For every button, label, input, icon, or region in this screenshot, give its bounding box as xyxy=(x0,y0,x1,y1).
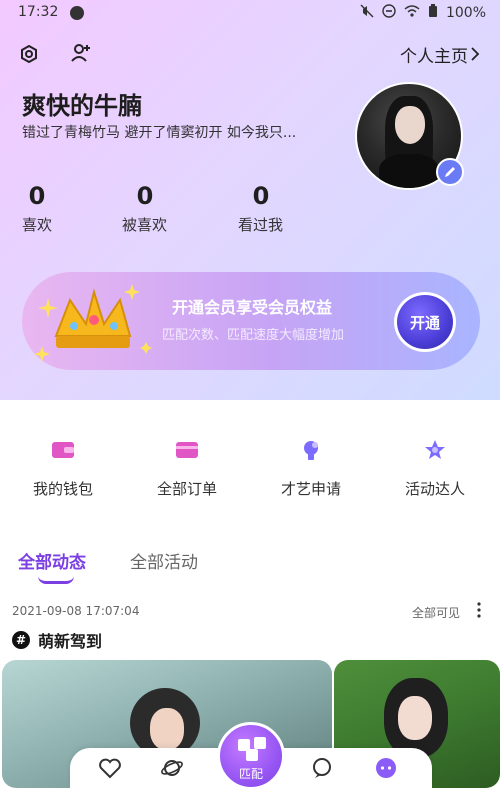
top-toolbar: 个人主页 xyxy=(0,40,500,70)
hashtag-icon: # xyxy=(12,631,30,649)
add-friend-icon[interactable] xyxy=(70,42,92,64)
quick-action-talent[interactable]: 才艺申请 xyxy=(256,436,366,499)
stat-likes-label: 喜欢 xyxy=(22,216,53,234)
quick-action-wallet[interactable]: 我的钱包 xyxy=(8,436,118,499)
app-indicator-icon xyxy=(70,6,84,20)
quick-action-orders-label: 全部订单 xyxy=(156,480,217,498)
stat-likes[interactable]: 0 喜欢 xyxy=(22,182,52,235)
star-icon xyxy=(421,436,449,464)
avatar-face xyxy=(395,106,425,144)
vip-title: 开通会员享受会员权益 xyxy=(172,298,333,317)
profile-page: 17:32 100% 个人主页 爽快的牛腩 错过了青梅竹马 避开了情窦初开 如今… xyxy=(0,0,500,788)
battery-level: 100% xyxy=(445,5,486,21)
battery-icon xyxy=(428,4,438,22)
stat-liked-by-label: 被喜欢 xyxy=(122,216,168,234)
wifi-icon xyxy=(404,4,420,22)
heart-icon[interactable] xyxy=(98,756,122,780)
quick-action-activity[interactable]: 活动达人 xyxy=(380,436,490,499)
post-visibility[interactable]: 全部可见 xyxy=(412,604,460,621)
post-date: 2021-09-08 17:07:04 xyxy=(12,604,140,618)
orders-icon xyxy=(173,436,201,464)
stat-liked-by[interactable]: 0 被喜欢 xyxy=(122,182,168,235)
post-image-2-face xyxy=(398,696,432,740)
match-button[interactable]: 匹配 xyxy=(217,722,285,788)
tab-all-activities[interactable]: 全部活动 xyxy=(130,548,198,573)
mute-icon xyxy=(360,4,374,22)
quick-action-orders[interactable]: 全部订单 xyxy=(132,436,242,499)
stat-liked-by-value: 0 xyxy=(136,182,154,210)
tab-all-posts[interactable]: 全部动态 xyxy=(18,548,86,573)
status-icons: 100% xyxy=(360,4,486,22)
open-vip-button[interactable]: 开通 xyxy=(394,292,456,352)
talent-icon xyxy=(297,436,325,464)
chevron-right-icon xyxy=(470,46,480,61)
content-tabs: 全部动态 全部活动 xyxy=(0,546,500,586)
stat-viewed-me-label: 看过我 xyxy=(238,216,284,234)
crown-icon xyxy=(34,280,152,364)
settings-hexagon-icon[interactable] xyxy=(20,44,38,64)
active-tab-indicator xyxy=(38,576,74,584)
quick-action-wallet-label: 我的钱包 xyxy=(32,480,93,498)
status-time: 17:32 xyxy=(18,4,59,20)
stat-viewed-me-value: 0 xyxy=(252,182,270,210)
more-options-icon[interactable] xyxy=(476,602,482,618)
stat-likes-value: 0 xyxy=(28,182,46,210)
post-topic-label: 萌新驾到 xyxy=(38,632,103,651)
user-bio[interactable]: 错过了青梅竹马 避开了情窦初开 如今我只... xyxy=(22,122,342,142)
post-topic[interactable]: # 萌新驾到 xyxy=(12,628,102,652)
personal-homepage-link[interactable]: 个人主页 xyxy=(400,42,468,67)
pencil-icon xyxy=(445,167,455,177)
edit-avatar-button[interactable] xyxy=(436,158,464,186)
chat-icon[interactable] xyxy=(310,756,334,780)
vip-banner[interactable]: 开通会员享受会员权益 匹配次数、匹配速度大幅度增加 开通 xyxy=(22,272,480,370)
avatar-body xyxy=(379,154,439,188)
user-name: 爽快的牛腩 xyxy=(22,92,142,120)
match-label: 匹配 xyxy=(238,767,263,781)
planet-icon[interactable] xyxy=(160,756,184,780)
status-bar: 17:32 100% xyxy=(0,0,500,26)
post-image-1-face xyxy=(150,708,184,750)
stat-viewed-me[interactable]: 0 看过我 xyxy=(238,182,284,235)
quick-action-talent-label: 才艺申请 xyxy=(280,480,341,498)
puzzle-icon xyxy=(238,737,266,761)
wallet-icon xyxy=(49,436,77,464)
profile-nav-icon[interactable] xyxy=(374,756,398,780)
vip-subtitle: 匹配次数、匹配速度大幅度增加 xyxy=(162,328,345,343)
quick-action-activity-label: 活动达人 xyxy=(404,480,465,498)
dnd-icon xyxy=(382,4,396,22)
